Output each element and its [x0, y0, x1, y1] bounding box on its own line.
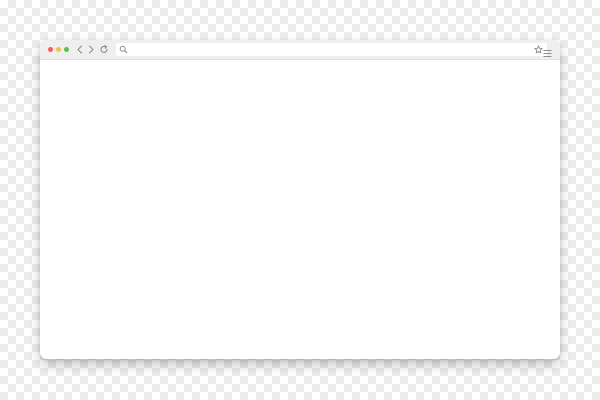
back-button[interactable] [75, 44, 85, 55]
browser-toolbar [40, 40, 560, 60]
browser-window [40, 40, 560, 359]
reload-button[interactable] [99, 44, 109, 55]
star-icon[interactable] [534, 45, 543, 54]
minimize-window-button[interactable] [56, 47, 61, 52]
close-window-button[interactable] [48, 47, 53, 52]
search-icon [119, 45, 128, 54]
address-bar[interactable] [116, 43, 547, 56]
reload-icon [100, 45, 108, 53]
address-input[interactable] [131, 43, 521, 56]
hamburger-menu-icon [543, 50, 552, 57]
chevron-left-icon [77, 45, 83, 54]
maximize-window-button[interactable] [64, 47, 69, 52]
forward-button[interactable] [86, 44, 96, 55]
chevron-right-icon [88, 45, 94, 54]
page-content [40, 60, 560, 359]
menu-button[interactable] [543, 45, 552, 57]
